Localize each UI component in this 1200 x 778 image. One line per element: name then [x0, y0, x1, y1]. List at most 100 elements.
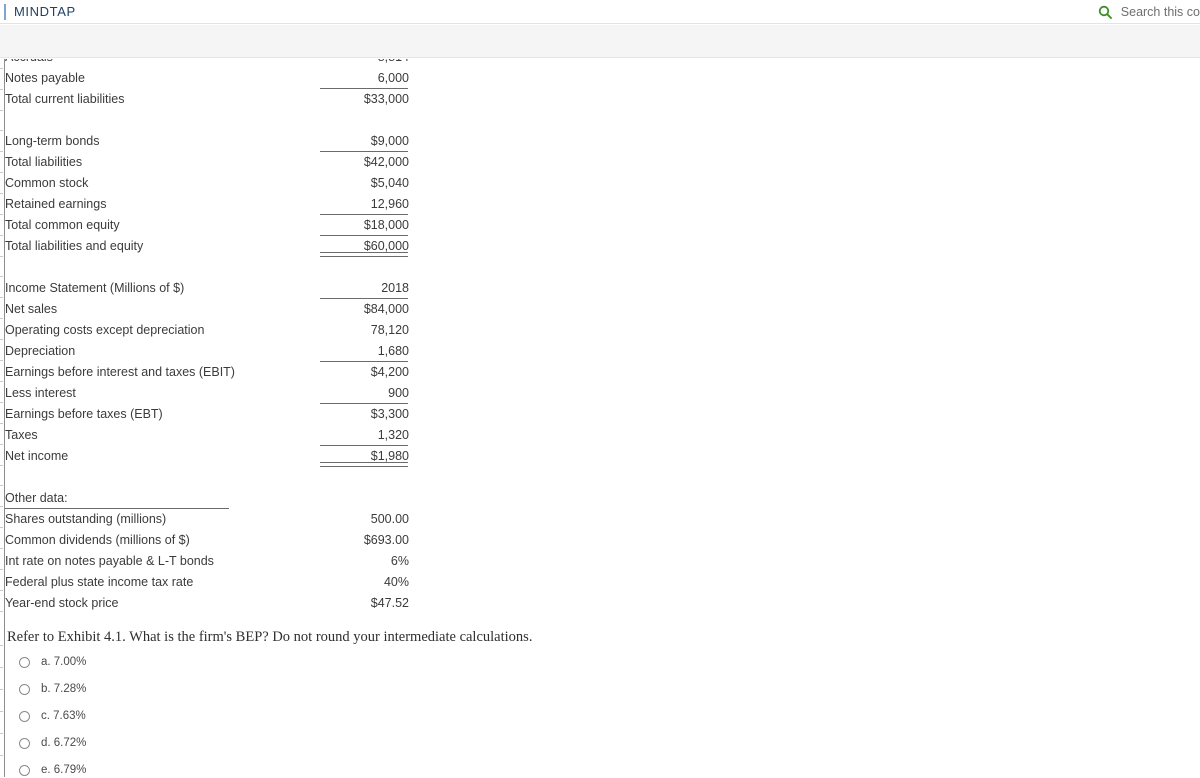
table-row: Taxes 1,320	[5, 425, 409, 446]
table-row	[5, 467, 409, 488]
row-value: $60,000	[289, 236, 409, 257]
row-border-stub	[0, 444, 3, 445]
row-value: 40%	[383, 575, 409, 589]
row-label: Common dividends (millions of $)	[5, 533, 190, 547]
row-border-stub	[0, 611, 3, 612]
row-label: Accruals	[5, 59, 289, 68]
row-label: Net sales	[5, 302, 58, 316]
row-label: Shares outstanding (millions)	[5, 512, 167, 526]
brand-title: MINDTAP	[14, 4, 76, 19]
row-label: Earnings before taxes (EBT)	[5, 407, 163, 421]
row-value	[289, 257, 409, 278]
row-label: Less interest	[5, 386, 76, 400]
question-prompt: Refer to Exhibit 4.1. What is the firm's…	[7, 629, 533, 645]
row-label: Depreciation	[5, 344, 76, 358]
table-row: Common stock $5,040	[5, 173, 409, 194]
answer-choice-label[interactable]: d. 6.72%	[41, 737, 86, 749]
table-row: Notes payable 6,000	[5, 68, 409, 89]
table-row: Total liabilities $42,000	[5, 152, 409, 173]
row-border-stub	[0, 214, 3, 215]
row-border-stub	[0, 465, 3, 466]
answer-choice-label[interactable]: a. 7.00%	[41, 656, 86, 668]
row-border-stub	[0, 755, 3, 756]
table-row: Federal plus state income tax rate 40%	[5, 572, 409, 593]
row-border-stub	[0, 130, 3, 131]
table-row: Retained earnings 12,960	[5, 194, 409, 215]
row-label: Total current liabilities	[5, 92, 125, 106]
row-value: 6,000	[289, 68, 409, 89]
table-row: Earnings before taxes (EBT) $3,300	[5, 404, 409, 425]
table-row: Total common equity $18,000	[5, 215, 409, 236]
exhibit-financial-table: Accruals8,814Notes payable6,000Total cur…	[5, 59, 409, 614]
row-label: Total common equity	[5, 218, 120, 232]
row-value: 2018	[289, 278, 409, 299]
search-input-placeholder[interactable]: Search this co	[1121, 5, 1200, 19]
answer-choice-a[interactable]: a. 7.00%	[5, 651, 705, 673]
row-value: $47.52	[370, 596, 409, 610]
header-search[interactable]: Search this co	[1097, 0, 1200, 24]
row-border-stub	[0, 297, 3, 298]
row-value: $3,300	[370, 407, 409, 421]
row-value: 1,680	[289, 341, 409, 362]
row-label: Total liabilities and equity	[5, 239, 144, 253]
row-value: 8,814	[289, 59, 409, 68]
row-value: 900	[289, 383, 409, 404]
row-border-stub	[0, 89, 3, 90]
app-header: MINDTAP Search this co	[0, 0, 1200, 24]
row-value: $33,000	[363, 92, 409, 106]
table-row: Earnings before interest and taxes (EBIT…	[5, 362, 409, 383]
row-border-stub	[0, 172, 3, 173]
row-label: Total liabilities	[5, 155, 83, 169]
row-label: Income Statement (Millions of $)	[5, 281, 185, 295]
row-label: Other data:	[5, 488, 289, 509]
content-viewport[interactable]: Accruals8,814Notes payable6,000Total cur…	[0, 59, 1200, 778]
row-border-stub	[0, 645, 3, 646]
answer-choices[interactable]: a. 7.00% b. 7.28% c. 7.63% d. 6.72% e. 6.79%	[5, 651, 705, 778]
answer-choice-c[interactable]: c. 7.63%	[5, 705, 705, 727]
radio-button-icon[interactable]	[19, 683, 30, 695]
radio-button-icon[interactable]	[19, 656, 30, 668]
search-icon[interactable]	[1097, 4, 1113, 20]
row-border-stub	[0, 68, 3, 69]
table-row: Other data:	[5, 488, 409, 509]
row-border-stub	[0, 548, 3, 549]
radio-button-icon[interactable]	[19, 737, 30, 749]
radio-button-icon[interactable]	[19, 764, 30, 776]
row-border-stub	[0, 235, 3, 236]
table-row: Year-end stock price $47.52	[5, 593, 409, 614]
row-border-stub	[0, 318, 3, 319]
table-row	[5, 257, 409, 278]
row-value: $9,000	[289, 131, 409, 152]
row-label: Int rate on notes payable & L-T bonds	[5, 554, 214, 568]
table-row: Total current liabilities $33,000	[5, 89, 409, 110]
brand-logo[interactable]: MINDTAP	[0, 0, 76, 24]
answer-choice-b[interactable]: b. 7.28%	[5, 678, 705, 700]
radio-button-icon[interactable]	[19, 710, 30, 722]
row-border-stub	[0, 506, 3, 507]
question-block: Refer to Exhibit 4.1. What is the firm's…	[5, 628, 705, 778]
row-border-stub	[0, 423, 3, 424]
table-row: Int rate on notes payable & L-T bonds 6%	[5, 551, 409, 572]
answer-choice-label[interactable]: b. 7.28%	[41, 683, 86, 695]
table-row: Net sales $84,000	[5, 299, 409, 320]
row-label: Notes payable	[5, 71, 85, 85]
answer-choice-label[interactable]: e. 6.79%	[41, 764, 86, 776]
row-label	[5, 257, 289, 278]
answer-choice-label[interactable]: c. 7.63%	[41, 710, 86, 722]
row-label	[5, 110, 289, 131]
answer-choice-e[interactable]: e. 6.79%	[5, 759, 705, 778]
row-border-stub	[0, 151, 3, 152]
answer-choice-d[interactable]: d. 6.72%	[5, 732, 705, 754]
row-value: $693.00	[363, 533, 409, 547]
row-border-stub	[0, 193, 3, 194]
row-label: Taxes	[5, 428, 38, 442]
table-row: Long-term bonds $9,000	[5, 131, 409, 152]
row-border-stub	[0, 339, 3, 340]
exhibit-table-body: Accruals8,814Notes payable6,000Total cur…	[5, 59, 409, 614]
row-label: Year-end stock price	[5, 596, 119, 610]
table-row	[5, 110, 409, 131]
table-row: Accruals8,814	[5, 59, 409, 68]
row-value: $18,000	[289, 215, 409, 236]
row-label: Common stock	[5, 176, 89, 190]
table-row: Shares outstanding (millions) 500.00	[5, 509, 409, 530]
